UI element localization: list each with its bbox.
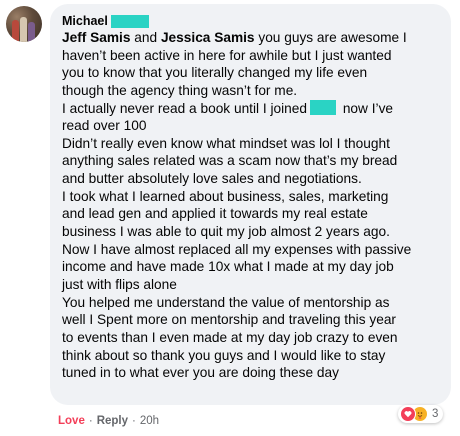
comment-line: and butter absolutely love sales and neg… bbox=[62, 171, 362, 187]
avatar-figure bbox=[28, 22, 35, 42]
comment-line: Jeff Samis and Jessica Samis you guys ar… bbox=[62, 29, 439, 47]
mention-jeff[interactable]: Jeff Samis bbox=[62, 30, 130, 45]
reply-button[interactable]: Reply bbox=[97, 414, 128, 428]
comment-container: Michael Jeff Samis and Jessica Samis you… bbox=[0, 0, 460, 436]
comment-line: think about so thank you guys and I woul… bbox=[62, 347, 386, 363]
comment-line: business I was able to quit my job almos… bbox=[62, 224, 390, 240]
reaction-count: 3 bbox=[432, 408, 439, 420]
comment-line: haven’t been active in here for awhile b… bbox=[62, 47, 392, 63]
love-button[interactable]: Love bbox=[58, 414, 85, 428]
comment-line: to events than I even made at my day job… bbox=[62, 329, 398, 345]
avatar[interactable] bbox=[6, 6, 42, 42]
comment-line: well I Spent more on mentorship and trav… bbox=[62, 312, 396, 328]
comment-line: I took what I learned about business, sa… bbox=[62, 188, 389, 204]
comment-line: tuned in to what ever you are doing thes… bbox=[62, 365, 339, 381]
reaction-summary[interactable]: 3 bbox=[398, 405, 444, 423]
redacted-group-name bbox=[310, 100, 337, 116]
comment-line: read over 100 bbox=[62, 118, 147, 134]
comment-line: Now I have almost replaced all my expens… bbox=[62, 241, 412, 257]
comment-line: anything sales related was a scam now th… bbox=[62, 153, 398, 169]
avatar-figure bbox=[20, 17, 27, 42]
line-text: you guys are awesome I bbox=[254, 30, 407, 45]
line-text: now I’ve bbox=[339, 100, 394, 116]
comment-timestamp[interactable]: 20h bbox=[140, 414, 159, 428]
author-name[interactable]: Michael bbox=[62, 13, 108, 29]
mention-jessica[interactable]: Jessica Samis bbox=[161, 30, 255, 45]
comment-line: just with flips alone bbox=[62, 276, 177, 292]
separator: · bbox=[132, 415, 136, 427]
comment-line: I actually never read a book until I joi… bbox=[62, 100, 439, 118]
comment-author[interactable]: Michael bbox=[62, 13, 439, 29]
heart-icon bbox=[400, 406, 416, 422]
comment-line: you to know that you literally changed m… bbox=[62, 65, 368, 81]
line-text: and bbox=[130, 30, 161, 45]
comment-line: Didn’t really even know what mindset was… bbox=[62, 135, 390, 151]
comment-body: Jeff Samis and Jessica Samis you guys ar… bbox=[62, 29, 439, 382]
comment-bubble: Michael Jeff Samis and Jessica Samis you… bbox=[50, 4, 451, 405]
comment-actions: Love · Reply · 20h bbox=[58, 414, 159, 428]
comment-line: income and have made 10x what I made at … bbox=[62, 259, 394, 275]
comment-line: and lead gen and applied it towards my r… bbox=[62, 206, 368, 222]
comment-line: You helped me understand the value of me… bbox=[62, 294, 390, 310]
avatar-figure bbox=[12, 20, 19, 42]
line-text: I actually never read a book until I joi… bbox=[62, 100, 308, 116]
comment-line: though the agency thing wasn’t for me. bbox=[62, 82, 298, 98]
redacted-name bbox=[110, 14, 149, 28]
separator: · bbox=[88, 415, 93, 427]
